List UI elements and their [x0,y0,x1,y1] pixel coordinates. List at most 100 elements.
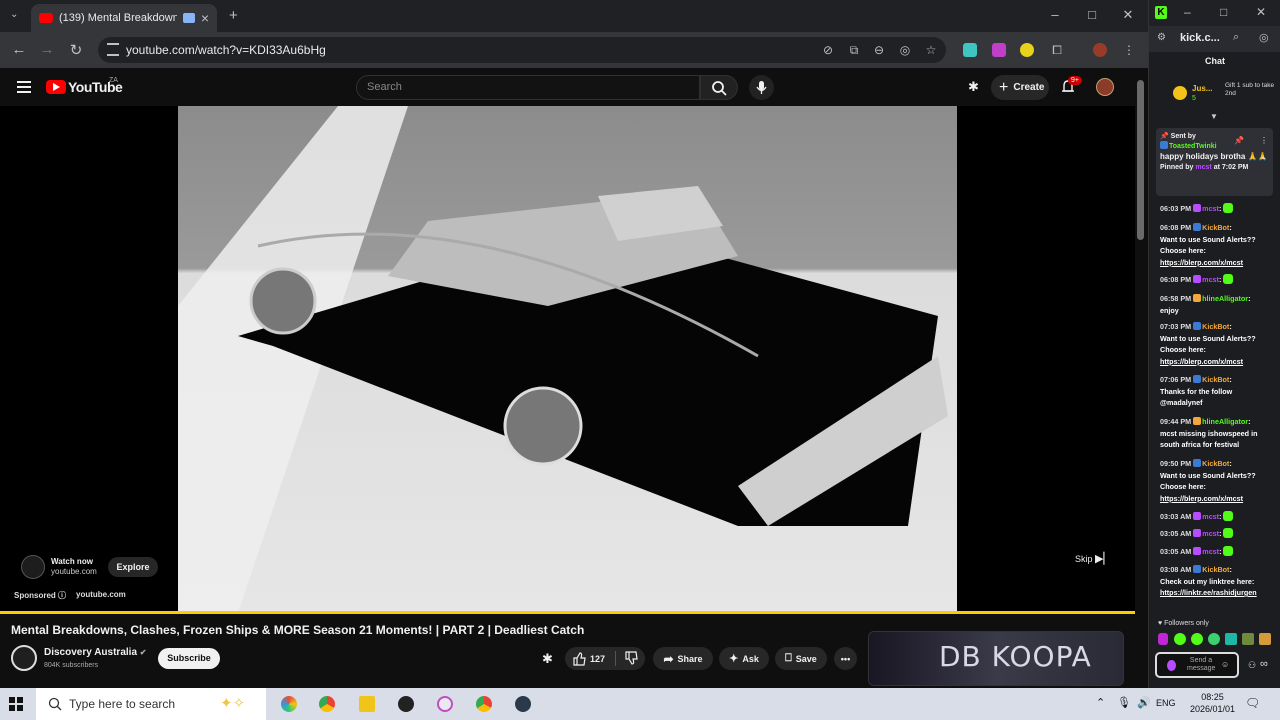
site-info-icon[interactable] [107,43,119,56]
save-button[interactable]: ⎕ Save [775,647,827,670]
like-button[interactable]: 127 [572,651,605,666]
obs-app-icon[interactable] [398,696,414,712]
tab-search-icon[interactable]: ⌄ [10,9,18,20]
address-bar[interactable]: youtube.com/watch?v=KDI33Au6bHg [98,37,946,63]
emote-picker-row[interactable] [1158,633,1278,647]
forward-button[interactable]: → [38,41,56,58]
skip-ad-button[interactable]: Skip ▶▏ [1075,552,1112,565]
kick-minimize-button[interactable]: – [1184,5,1191,19]
chat-username[interactable]: mcst [1202,547,1219,556]
subscribe-button[interactable]: Subscribe [158,648,220,669]
open-in-app-icon[interactable]: ⧉ [847,43,861,57]
expand-chevron-icon[interactable]: ▼ [1210,112,1218,121]
tray-chevron-icon[interactable]: ⌃ [1096,696,1105,709]
chat-users-icon[interactable]: ⚇ [1248,660,1256,671]
pinned-menu-icon[interactable]: ⋮ [1260,136,1268,145]
extension-gear-icon[interactable]: ✱ [968,79,979,95]
emoji-icon[interactable]: ☺ [1221,660,1229,669]
chrome-app-icon-2[interactable] [476,696,492,712]
channel-avatar[interactable] [11,645,37,671]
youtube-logo-icon[interactable] [46,80,66,94]
chat-message[interactable]: 03:05 AM mcst: [1160,546,1275,558]
back-button[interactable]: ← [10,41,28,58]
chrome-app-icon[interactable] [319,696,335,712]
kick-url[interactable]: kick.c... [1180,32,1220,44]
chat-message[interactable]: 07:03 PM KickBot: Want to use Sound Alert… [1160,321,1275,367]
dislike-button[interactable] [624,650,638,667]
chat-link[interactable]: https://blerp.com/x/mcst [1160,494,1243,503]
chat-message[interactable]: 06:08 PM KickBot: Want to use Sound Alert… [1160,222,1275,268]
kick-maximize-button[interactable]: □ [1220,5,1227,19]
account-avatar[interactable] [1096,78,1114,96]
chat-message[interactable]: 06:08 PM mcst: [1160,274,1275,286]
info-icon[interactable]: ⓘ [58,591,66,600]
chat-username[interactable]: KickBot [1202,565,1229,574]
taskbar-search-input[interactable]: Type here to search ✦✧ [36,688,266,720]
profile-avatar-icon[interactable] [1093,43,1107,57]
chat-send-input[interactable]: Send a message ☺ [1155,652,1239,678]
chat-username[interactable]: KickBot [1202,223,1229,232]
chat-settings-icon[interactable]: ∞ [1260,658,1268,670]
app-icon-7[interactable] [515,696,531,712]
chat-username[interactable]: mcst [1202,512,1219,521]
ask-button[interactable]: ✦ Ask [719,647,769,670]
video-player[interactable]: Watch now youtube.com Explore Sponsored … [0,106,1135,614]
emote-4-icon[interactable] [1208,633,1220,645]
reload-button[interactable]: ↻ [67,41,85,59]
search-button[interactable] [700,75,738,100]
file-explorer-icon[interactable] [359,696,375,712]
emote-7-icon[interactable] [1259,633,1271,645]
extension-2-icon[interactable] [992,43,1006,57]
chat-username[interactable]: hlineAlligator [1202,417,1248,426]
chat-message[interactable]: 07:06 PM KickBot: Thanks for the follow @… [1160,374,1275,409]
create-button[interactable]: + Create [991,75,1049,100]
chat-message[interactable]: 03:05 AM mcst: [1160,528,1275,540]
bookmark-star-icon[interactable]: ☆ [924,43,938,57]
taskbar-clock[interactable]: 08:25 2026/01/01 [1190,691,1235,715]
menu-hamburger-icon[interactable] [17,81,31,93]
share-button[interactable]: ➦ Share [653,647,713,670]
unpin-icon[interactable]: 📌 [1234,136,1244,145]
chat-link[interactable]: https://blerp.com/x/mcst [1160,258,1243,267]
extension-1-icon[interactable] [963,43,977,57]
more-actions-button[interactable]: ••• [834,647,857,670]
chat-username[interactable]: mcst [1202,204,1219,213]
emote-3-icon[interactable] [1191,633,1203,645]
minimize-button[interactable]: – [1045,7,1065,22]
gift-leaderboard[interactable]: Jus... 5 Gift 1 sub to take 2nd ▼ [1155,76,1275,121]
copilot-app-icon[interactable] [281,696,297,712]
zoom-icon[interactable]: ⊖ [872,43,886,57]
chat-username[interactable]: mcst [1202,529,1219,538]
maximize-button[interactable]: □ [1082,7,1102,22]
voice-search-button[interactable] [749,75,774,100]
emote-5-icon[interactable] [1225,633,1237,645]
volume-tray-icon[interactable]: 🔊 [1137,696,1151,709]
channel-name[interactable]: Discovery Australia ✔ [44,647,147,658]
kick-zoom-icon[interactable]: ⌕ [1233,31,1239,44]
chat-message[interactable]: 09:44 PM hlineAlligator: mcst missing ish… [1160,416,1275,451]
chat-username[interactable]: hlineAlligator [1202,294,1248,303]
explore-button[interactable]: Explore [108,557,158,577]
chat-message[interactable]: 03:03 AM mcst: [1160,511,1275,523]
search-input[interactable]: Search [356,75,700,100]
chat-message[interactable]: 06:58 PM hlineAlligator: enjoy [1160,293,1275,316]
chat-username[interactable]: mcst [1202,275,1219,284]
chat-link[interactable]: https://linktr.ee/rashidjurgen [1160,588,1257,597]
tracking-off-icon[interactable]: ⊘ [821,43,835,57]
page-scrollbar[interactable] [1137,80,1144,240]
kick-site-info-icon[interactable]: ⚙ [1157,32,1166,43]
chat-username[interactable]: KickBot [1202,322,1229,331]
chat-username[interactable]: KickBot [1202,459,1229,468]
close-window-button[interactable]: ✕ [1118,7,1138,23]
language-indicator[interactable]: ENG [1156,698,1176,708]
browser-menu-icon[interactable]: ⋮ [1122,43,1136,57]
windows-start-icon[interactable] [9,697,23,711]
kick-hide-icon[interactable]: ◎ [1259,31,1269,44]
side-card-banner[interactable]: DB KOOPA [868,631,1124,686]
snipping-tool-icon[interactable] [437,696,453,712]
notifications-tray-icon[interactable]: 🗨 [1245,696,1260,710]
chat-message[interactable]: 09:50 PM KickBot: Want to use Sound Alert… [1160,458,1275,504]
microphone-tray-icon[interactable]: 🎙 [1117,696,1131,709]
kick-close-button[interactable]: ✕ [1256,5,1266,19]
extensions-puzzle-icon[interactable]: ⧠ [1050,43,1064,57]
